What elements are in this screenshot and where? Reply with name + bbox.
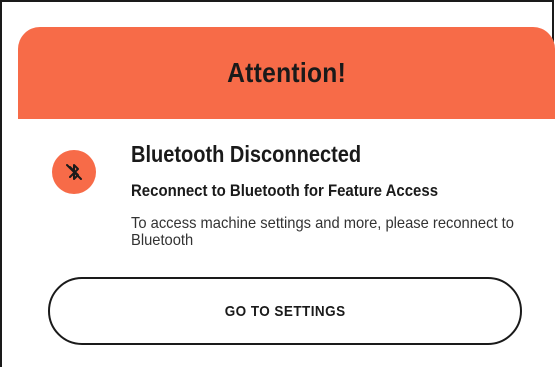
dialog-header: Attention! — [18, 27, 555, 119]
dialog-subtitle: Reconnect to Bluetooth for Feature Acces… — [131, 181, 439, 200]
go-to-settings-label: GO TO SETTINGS — [224, 302, 346, 320]
bluetooth-disabled-icon — [52, 150, 96, 194]
dialog-title: Bluetooth Disconnected — [131, 141, 362, 167]
dialog-message: To access machine settings and more, ple… — [131, 215, 514, 249]
go-to-settings-button[interactable]: GO TO SETTINGS — [48, 277, 522, 345]
attention-dialog: Attention! Bluetooth Disconnected Reconn… — [18, 27, 555, 372]
dialog-header-title: Attention! — [227, 57, 346, 88]
